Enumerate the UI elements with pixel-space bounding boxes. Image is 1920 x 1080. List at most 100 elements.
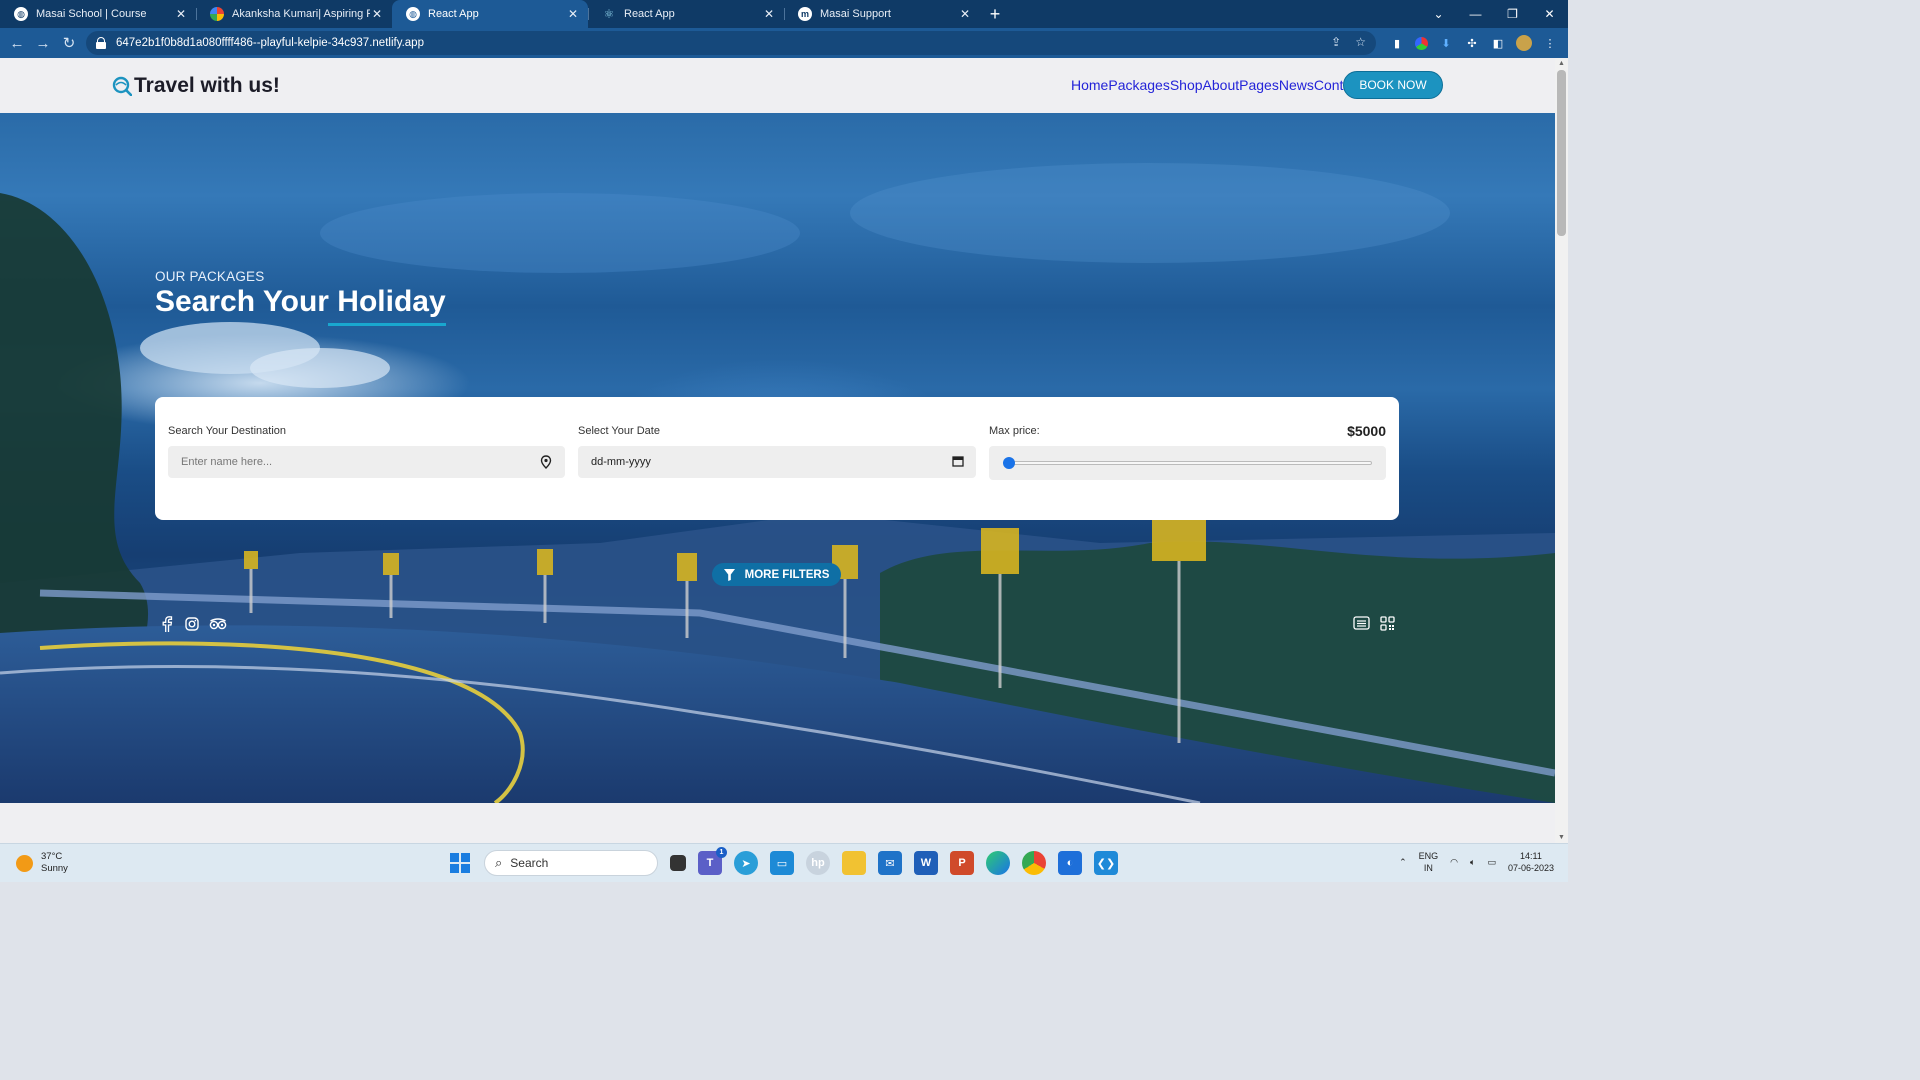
globe-search-icon bbox=[112, 76, 132, 96]
weather-widget[interactable]: 37°C Sunny bbox=[16, 851, 68, 875]
browser-tab-strip: ◍ Masai School | Course ✕ Akanksha Kumar… bbox=[0, 0, 1568, 28]
nav-home[interactable]: Home bbox=[1071, 77, 1108, 93]
site-logo[interactable]: Travel with us! bbox=[112, 74, 280, 98]
scrollbar-thumb[interactable] bbox=[1557, 70, 1566, 236]
clock-time: 14:11 bbox=[1520, 851, 1542, 861]
edge-icon[interactable] bbox=[986, 851, 1010, 875]
clock[interactable]: 14:11 07-06-2023 bbox=[1508, 850, 1554, 874]
close-window-button[interactable]: ✕ bbox=[1531, 0, 1568, 28]
side-panel-icon[interactable]: ◧ bbox=[1490, 35, 1506, 51]
chat-app-icon[interactable]: ◐ bbox=[1058, 851, 1082, 875]
teams-icon[interactable]: T1 bbox=[698, 847, 727, 875]
nav-pages[interactable]: Pages bbox=[1239, 77, 1279, 93]
nav-about[interactable]: About bbox=[1203, 77, 1240, 93]
nav-shop[interactable]: Shop bbox=[1170, 77, 1203, 93]
nav-news[interactable]: News bbox=[1279, 77, 1314, 93]
file-explorer-icon[interactable] bbox=[842, 851, 866, 875]
facebook-icon[interactable] bbox=[161, 616, 173, 632]
date-value: dd-mm-yyyy bbox=[591, 456, 651, 468]
tray-overflow-icon[interactable]: ⌃ bbox=[1399, 857, 1407, 868]
word-icon[interactable]: W bbox=[914, 851, 938, 875]
filter-funnel-icon bbox=[723, 568, 735, 581]
hp-icon[interactable]: hp bbox=[806, 851, 830, 875]
browser-tab-active[interactable]: ◍ React App ✕ bbox=[392, 0, 588, 28]
weather-desc: Sunny bbox=[41, 863, 68, 874]
scroll-down-arrow[interactable]: ▼ bbox=[1555, 834, 1568, 841]
masai-icon: m bbox=[798, 7, 812, 21]
list-view-icon[interactable] bbox=[1353, 616, 1370, 630]
volume-icon[interactable]: 🔈︎ bbox=[1470, 857, 1475, 868]
more-filters-label: MORE FILTERS bbox=[744, 568, 830, 581]
language-indicator[interactable]: ENG IN bbox=[1419, 850, 1439, 874]
price-label: Max price: bbox=[989, 425, 1040, 437]
taskbar-apps: ⌕ Search T1 ➤ ▭ hp ✉ W P ◐ ❮❯ bbox=[448, 847, 1118, 876]
close-tab-icon[interactable]: ✕ bbox=[566, 7, 580, 21]
close-tab-icon[interactable]: ✕ bbox=[958, 7, 972, 21]
reload-button[interactable]: ↻ bbox=[56, 30, 82, 56]
share-icon[interactable]: ⇪ bbox=[1331, 35, 1341, 49]
tab-title: React App bbox=[624, 8, 675, 20]
date-label: Select Your Date bbox=[578, 425, 660, 437]
browser-tab[interactable]: Akanksha Kumari| Aspiring Full S ✕ bbox=[196, 0, 392, 28]
browser-tab[interactable]: m Masai Support ✕ bbox=[784, 0, 980, 28]
browser-toolbar: ← → ↻ 647e2b1f0b8d1a080ffff486--playful-… bbox=[0, 28, 1568, 58]
color-extension-icon[interactable] bbox=[1415, 36, 1428, 50]
price-value: $5000 bbox=[1347, 423, 1386, 439]
browser-menu-icon[interactable]: ⋮ bbox=[1542, 35, 1558, 51]
grid-view-icon[interactable] bbox=[1380, 616, 1395, 631]
chrome-icon[interactable] bbox=[1022, 851, 1046, 875]
close-tab-icon[interactable]: ✕ bbox=[762, 7, 776, 21]
wifi-icon[interactable]: ◠ bbox=[1450, 857, 1458, 868]
destination-input[interactable]: Enter name here... bbox=[168, 446, 565, 478]
globe-icon: ◍ bbox=[14, 7, 28, 21]
mail-icon[interactable]: ✉ bbox=[878, 851, 902, 875]
task-view-icon[interactable] bbox=[670, 855, 686, 871]
browser-tab[interactable]: ⚛ React App ✕ bbox=[588, 0, 784, 28]
date-input[interactable]: dd-mm-yyyy bbox=[578, 446, 976, 478]
window-controls: ⌄ — ❐ ✕ bbox=[1420, 0, 1568, 28]
windows-start-icon[interactable] bbox=[448, 851, 472, 875]
new-tab-button[interactable]: + bbox=[980, 0, 1010, 28]
extensions-area: ▮ ⬇ ✣ ◧ ⋮ bbox=[1389, 31, 1568, 55]
page-viewport: Travel with us! Home Packages Shop About… bbox=[0, 58, 1555, 843]
tab-title: Masai Support bbox=[820, 8, 891, 20]
forward-button[interactable]: → bbox=[30, 30, 56, 56]
close-tab-icon[interactable]: ✕ bbox=[174, 7, 188, 21]
close-tab-icon[interactable]: ✕ bbox=[370, 7, 384, 21]
price-slider[interactable] bbox=[989, 446, 1386, 480]
puzzle-extensions-icon[interactable]: ✣ bbox=[1464, 35, 1480, 51]
minimize-button[interactable]: — bbox=[1457, 0, 1494, 28]
globe-icon: ◍ bbox=[406, 7, 420, 21]
slider-track bbox=[1009, 461, 1372, 465]
address-bar[interactable]: 647e2b1f0b8d1a080ffff486--playful-kelpie… bbox=[86, 31, 1376, 55]
download-icon[interactable]: ⬇ bbox=[1438, 35, 1454, 51]
tripadvisor-icon[interactable] bbox=[209, 618, 227, 630]
nav-packages[interactable]: Packages bbox=[1108, 77, 1169, 93]
battery-icon[interactable]: ▭ bbox=[1487, 857, 1496, 868]
title-underline bbox=[328, 323, 446, 326]
tab-search-icon[interactable]: ⌄ bbox=[1420, 0, 1457, 28]
instagram-icon[interactable] bbox=[185, 617, 199, 631]
slider-thumb[interactable] bbox=[1003, 457, 1015, 469]
telegram-icon[interactable]: ➤ bbox=[734, 851, 758, 875]
destination-placeholder: Enter name here... bbox=[181, 456, 273, 468]
remote-desktop-icon[interactable]: ▭ bbox=[770, 851, 794, 875]
reader-extension-icon[interactable]: ▮ bbox=[1389, 35, 1405, 51]
lang-top: ENG bbox=[1418, 851, 1439, 861]
back-button[interactable]: ← bbox=[4, 30, 30, 56]
hero-banner: OUR PACKAGES Search Your Holiday Search … bbox=[0, 113, 1555, 803]
more-filters-button[interactable]: MORE FILTERS bbox=[712, 563, 841, 586]
vscode-icon[interactable]: ❮❯ bbox=[1094, 851, 1118, 875]
tab-title: React App bbox=[428, 8, 479, 20]
browser-tab[interactable]: ◍ Masai School | Course ✕ bbox=[0, 0, 196, 28]
powerpoint-icon[interactable]: P bbox=[950, 851, 974, 875]
system-tray: ⌃ ENG IN ◠ 🔈︎ ▭ 14:11 07-06-2023 bbox=[1399, 850, 1554, 874]
restore-button[interactable]: ❐ bbox=[1494, 0, 1531, 28]
scroll-up-arrow[interactable]: ▲ bbox=[1555, 60, 1568, 67]
profile-avatar[interactable] bbox=[1516, 35, 1532, 51]
calendar-icon[interactable] bbox=[952, 455, 964, 467]
bookmark-star-icon[interactable]: ☆ bbox=[1355, 35, 1366, 49]
book-now-button[interactable]: BOOK NOW bbox=[1343, 71, 1443, 99]
taskbar-search[interactable]: ⌕ Search bbox=[484, 850, 658, 876]
page-scrollbar[interactable]: ▲ ▼ bbox=[1555, 58, 1568, 843]
